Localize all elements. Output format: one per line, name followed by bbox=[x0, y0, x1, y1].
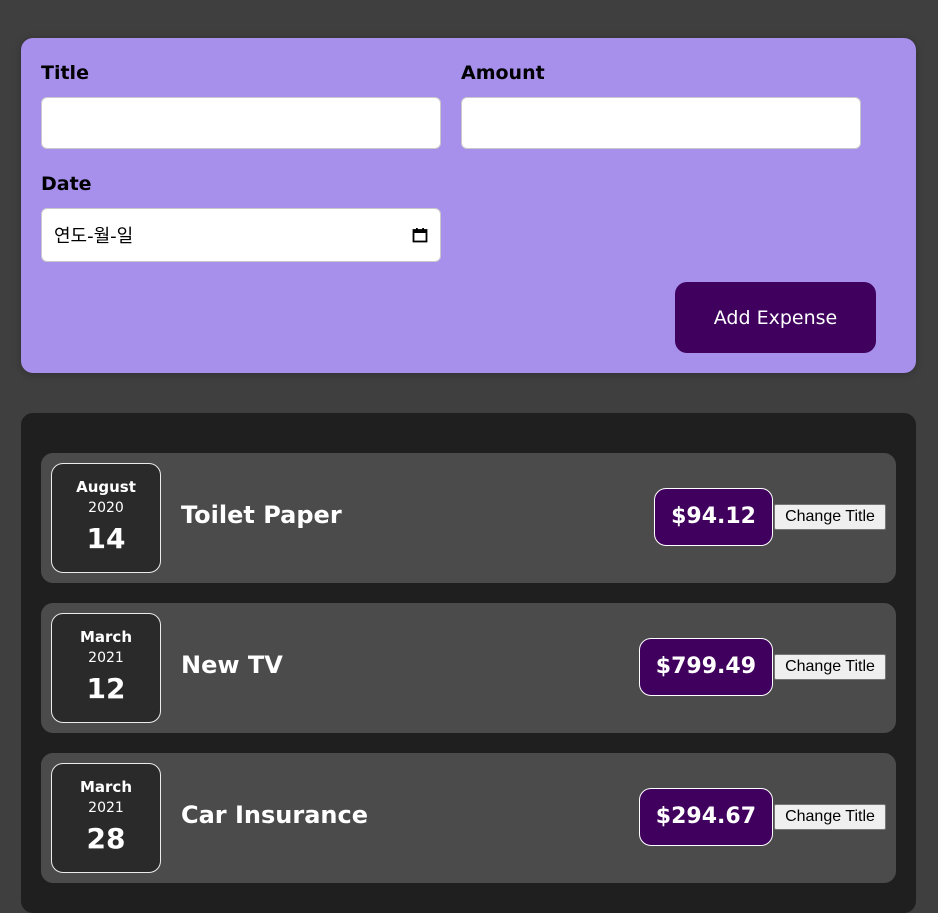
expense-date: March 2021 28 bbox=[51, 763, 161, 873]
expense-day: 12 bbox=[86, 672, 126, 705]
expense-month: August bbox=[76, 478, 136, 496]
amount-label: Amount bbox=[461, 62, 545, 84]
expense-title: New TV bbox=[181, 651, 283, 679]
title-label: Title bbox=[41, 62, 89, 84]
expense-price: $294.67 bbox=[638, 788, 773, 846]
expense-date: August 2020 14 bbox=[51, 463, 161, 573]
expense-year: 2021 bbox=[88, 800, 124, 816]
expense-item: August 2020 14 Toilet Paper $94.12 Chang… bbox=[41, 453, 896, 583]
date-input[interactable]: 연도-월-일 bbox=[41, 208, 441, 262]
expense-day: 28 bbox=[86, 822, 126, 855]
expense-year: 2021 bbox=[88, 650, 124, 666]
expense-item: March 2021 28 Car Insurance $294.67 Chan… bbox=[41, 753, 896, 883]
expenses-list: August 2020 14 Toilet Paper $94.12 Chang… bbox=[21, 413, 916, 913]
title-input[interactable] bbox=[41, 97, 441, 149]
amount-input[interactable] bbox=[461, 97, 861, 149]
expense-price: $94.12 bbox=[654, 488, 773, 546]
expense-item: March 2021 12 New TV $799.49 Change Titl… bbox=[41, 603, 896, 733]
expense-day: 14 bbox=[86, 522, 126, 555]
expense-title: Toilet Paper bbox=[181, 501, 342, 529]
add-expense-button[interactable]: Add Expense bbox=[675, 282, 876, 353]
date-placeholder: 연도-월-일 bbox=[54, 226, 134, 247]
expense-price: $799.49 bbox=[638, 638, 773, 696]
date-label: Date bbox=[41, 173, 92, 195]
expense-title: Car Insurance bbox=[181, 801, 369, 829]
expense-year: 2020 bbox=[88, 500, 124, 516]
change-title-button[interactable]: Change Title bbox=[774, 654, 886, 680]
change-title-button[interactable]: Change Title bbox=[774, 804, 886, 830]
expense-date: March 2021 12 bbox=[51, 613, 161, 723]
expense-month: March bbox=[79, 778, 133, 796]
calendar-icon[interactable] bbox=[412, 227, 428, 243]
change-title-button[interactable]: Change Title bbox=[774, 504, 886, 530]
expense-month: March bbox=[79, 628, 133, 646]
new-expense-form: Title Amount Date 연도-월-일 Add Expense bbox=[21, 38, 916, 373]
